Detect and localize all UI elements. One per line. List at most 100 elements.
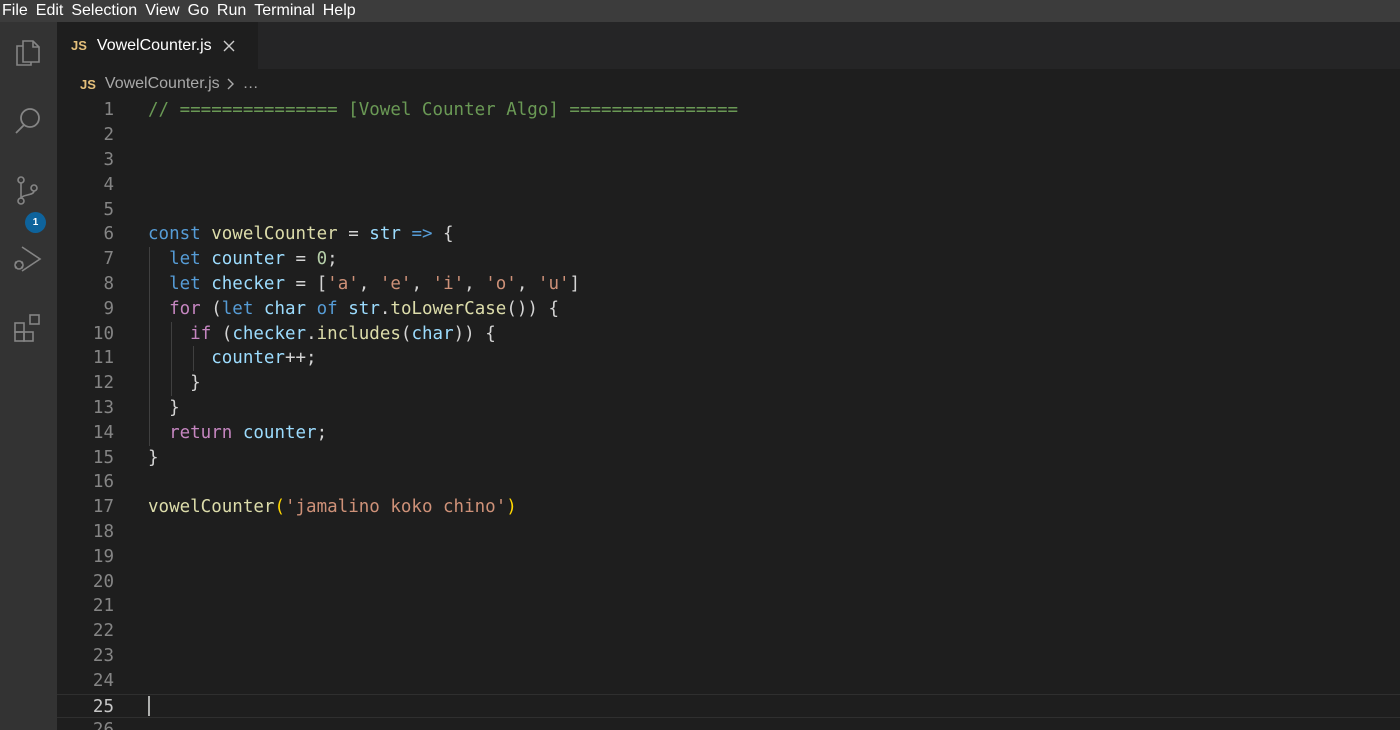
code-line[interactable]: 3 (57, 148, 1400, 173)
line-number: 11 (92, 348, 114, 369)
code-text: vowelCounter('jamalino koko chino') (148, 495, 517, 520)
line-number: 18 (92, 522, 114, 542)
tab-vowelcounter[interactable]: JS VowelCounter.js (57, 22, 258, 69)
line-number: 3 (103, 150, 114, 170)
code-line[interactable]: 11 counter++; (57, 346, 1400, 371)
menu-edit[interactable]: Edit (36, 0, 72, 22)
breadcrumb-file[interactable]: VowelCounter.js (105, 75, 220, 93)
code-line[interactable]: 22 (57, 619, 1400, 644)
code-line[interactable]: 13 } (57, 396, 1400, 421)
code-token: checker (211, 274, 285, 294)
code-token: str (369, 224, 401, 245)
line-number: 17 (92, 497, 114, 518)
code-token: of (316, 298, 338, 319)
code-token: // =============== [Vowel Counter Algo] … (148, 100, 739, 121)
breadcrumb-more[interactable]: … (243, 75, 259, 93)
line-number: 2 (103, 125, 114, 146)
line-number: 6 (103, 224, 114, 245)
code-line[interactable]: 1 // =============== [Vowel Counter Algo]… (57, 99, 1400, 123)
code-line[interactable]: 2 (57, 123, 1400, 148)
code-line[interactable]: 23 (57, 644, 1400, 669)
code-token: = (285, 249, 317, 270)
code-token: vowelCounter (148, 497, 275, 518)
line-number: 22 (92, 621, 114, 642)
code-line[interactable]: 17 vowelCounter('jamalino koko chino') (57, 495, 1400, 520)
code-line[interactable]: 26 (57, 718, 1400, 730)
code-token: 'e' (379, 274, 412, 294)
menu-view[interactable]: View (145, 0, 187, 22)
code-token: ++; (284, 348, 317, 369)
code-token: let (169, 274, 201, 294)
code-line[interactable]: 21 (57, 594, 1400, 619)
code-token: , (358, 274, 380, 294)
code-token: ( (400, 323, 412, 344)
code-token: 'u' (537, 274, 570, 294)
menu-go[interactable]: Go (188, 0, 217, 22)
line-number: 26 (57, 718, 114, 730)
source-control-icon[interactable] (8, 170, 48, 210)
code-token: )) { (453, 323, 496, 344)
code-line[interactable]: 12 } (57, 371, 1400, 396)
code-token: ( (211, 323, 233, 344)
line-number: 8 (103, 274, 114, 294)
explorer-icon[interactable] (8, 32, 48, 72)
code-line[interactable]: 14 return counter; (57, 421, 1400, 446)
menu-file[interactable]: File (0, 0, 36, 22)
tab-bar: JS VowelCounter.js (57, 22, 1400, 69)
text-cursor (148, 695, 150, 717)
code-line[interactable]: 15} (57, 446, 1400, 471)
code-line[interactable]: 5 (57, 198, 1400, 223)
run-debug-icon[interactable] (8, 238, 48, 278)
activity-bar: 1 (0, 22, 57, 730)
code-token: counter (211, 249, 285, 270)
close-icon[interactable] (222, 39, 236, 53)
code-token: , (464, 274, 486, 294)
code-line[interactable]: 9 for (let char of str.toLowerCase()) { (57, 297, 1400, 322)
code-token: ; (316, 422, 328, 443)
menu-help[interactable]: Help (323, 0, 364, 22)
code-text: } (148, 371, 201, 396)
code-token: = [ (285, 274, 328, 294)
code-line[interactable]: 19 (57, 545, 1400, 570)
code-token: 'o' (485, 274, 517, 294)
menu-terminal[interactable]: Terminal (254, 0, 322, 22)
code-line[interactable]: 25 (57, 693, 1400, 719)
code-token: } (148, 447, 159, 468)
menu-bar: File Edit Selection View Go Run Terminal Help (0, 0, 1400, 22)
line-number: 24 (92, 670, 114, 691)
line-number: 13 (92, 398, 114, 418)
code-token: if (190, 323, 212, 344)
code-line[interactable]: 18 (57, 520, 1400, 545)
code-line[interactable]: 24 (57, 669, 1400, 694)
code-token: ( (274, 497, 285, 518)
line-number: 14 (92, 422, 114, 443)
code-line[interactable]: 8 let checker = ['a', 'e', 'i', 'o', 'u'… (57, 272, 1400, 297)
code-token: . (306, 323, 317, 344)
code-line[interactable]: 10 if (checker.includes(char)) { (57, 322, 1400, 347)
indent-guide (171, 321, 172, 396)
code-token: counter (211, 348, 285, 369)
code-token: ] (569, 274, 581, 294)
code-token: 'jamalino koko chino' (284, 497, 507, 518)
code-line[interactable]: 6 const vowelCounter = str => { (57, 222, 1400, 247)
code-text: counter++; (148, 346, 317, 371)
code-line[interactable]: 4 (57, 173, 1400, 198)
code-line[interactable]: 20 (57, 570, 1400, 595)
code-editor[interactable]: 1 // =============== [Vowel Counter Algo]… (57, 99, 1400, 730)
line-number: 1 (103, 100, 114, 121)
line-number: 19 (92, 546, 114, 567)
extensions-icon[interactable] (8, 307, 48, 347)
menu-run[interactable]: Run (217, 0, 254, 22)
menu-selection[interactable]: Selection (71, 0, 145, 22)
code-token: checker (232, 323, 307, 344)
code-line[interactable]: 16 (57, 470, 1400, 495)
search-icon[interactable] (8, 101, 48, 141)
code-line[interactable]: 7 let counter = 0; (57, 247, 1400, 272)
